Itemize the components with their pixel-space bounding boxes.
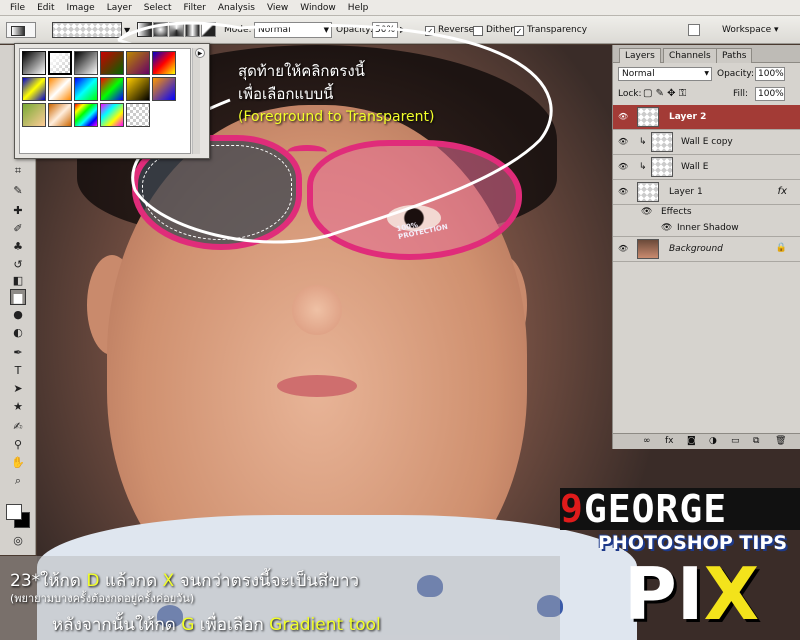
pix-logo: PIX (624, 552, 760, 636)
add-mask-icon[interactable]: ◙ (687, 436, 696, 446)
gradient-swatch-violet-orange[interactable] (126, 51, 150, 75)
caption-line-3: หลังจากนั้นให้กด G เพื่อเลือก Gradient t… (52, 615, 381, 635)
fill-label: Fill: (733, 89, 749, 99)
layer-row[interactable]: 👁 Layer 2 (613, 105, 800, 130)
effects-row[interactable]: 👁 Effects (613, 205, 800, 221)
effect-row[interactable]: 👁 Inner Shadow (613, 221, 800, 237)
layer-blend-mode-select[interactable]: Normal (618, 67, 712, 81)
gradient-swatch-copper[interactable] (22, 103, 46, 127)
tab-paths[interactable]: Paths (716, 48, 753, 63)
gradient-swatch-transparent[interactable] (126, 103, 150, 127)
effect-name: Inner Shadow (677, 223, 739, 233)
layer-opacity-label: Opacity: (717, 69, 754, 79)
add-style-icon[interactable]: fx (665, 436, 674, 446)
gradient-swatch-violet-green[interactable] (74, 77, 98, 101)
inner-shadow-eye-icon[interactable]: 👁 (661, 223, 672, 233)
gradient-swatch-rainbow[interactable] (74, 103, 98, 127)
gradient-swatch-orange-yellow[interactable] (48, 77, 72, 101)
layer-name: Layer 2 (669, 112, 707, 122)
gradient-swatch-fg-bg[interactable] (22, 51, 46, 75)
gradient-swatch-black-white[interactable] (74, 51, 98, 75)
gradient-swatch-orange-blue[interactable] (152, 77, 176, 101)
tab-layers[interactable]: Layers (619, 48, 661, 63)
gradient-swatch-spectrum[interactable] (100, 77, 124, 101)
fx-icon[interactable]: fx (778, 186, 787, 197)
clip-arrow-icon: ↳ (639, 137, 647, 147)
annotation-line-2: เพื่อเลือกแบบนี้ (238, 85, 334, 103)
effects-label: Effects (661, 207, 692, 217)
layer-name: Wall E copy (681, 137, 733, 147)
layer-name: Wall E (681, 162, 709, 172)
fill-input[interactable]: 100% (755, 87, 785, 101)
photoshop-tips-logo: PHOTOSHOP TIPS (598, 532, 788, 554)
visibility-eye-icon[interactable]: 👁 (618, 162, 630, 172)
gradient-swatch-blue-red-yellow[interactable] (152, 51, 176, 75)
george-logo: 9GEORGE (560, 488, 800, 530)
gradient-swatch-fg-transparent[interactable] (48, 51, 72, 75)
layer-row[interactable]: 👁 Layer 1 fx (613, 180, 800, 205)
layer-thumbnail (637, 107, 659, 127)
brand-logo: 9GEORGE PHOTOSHOP TIPS PIX (560, 488, 800, 640)
link-layers-icon[interactable]: ∞ (643, 436, 651, 446)
gradient-picker-popup: ▶ (14, 43, 210, 159)
layer-name: Background (669, 244, 723, 254)
clip-arrow-icon: ↳ (639, 162, 647, 172)
layer-row[interactable]: 👁 Background 🔒 (613, 237, 800, 262)
lock-label: Lock: (618, 89, 642, 99)
layer-thumbnail (651, 132, 673, 152)
gradient-swatch-chrome[interactable] (48, 103, 72, 127)
visibility-eye-icon[interactable]: 👁 (618, 187, 630, 197)
new-group-icon[interactable]: ▭ (731, 436, 740, 446)
layer-row[interactable]: 👁 ↳ Wall E (613, 155, 800, 180)
gradient-swatch-stripes[interactable] (100, 103, 124, 127)
caption-line-2: (พยายามบางครั้งต้องกดอยู่ครั้งค่อยวัน) (10, 592, 195, 605)
annotation-line-1: สุดท้ายให้คลิกตรงนี้ (238, 62, 365, 80)
gradient-swatch-yellow-black[interactable] (126, 77, 150, 101)
layer-row[interactable]: 👁 ↳ Wall E copy (613, 130, 800, 155)
layer-opacity-input[interactable]: 100% (755, 67, 785, 81)
delete-layer-icon[interactable]: 🗑 (775, 436, 786, 446)
gradient-picker-menu-icon[interactable]: ▶ (195, 48, 205, 58)
layer-name: Layer 1 (669, 187, 703, 197)
adjustment-layer-icon[interactable]: ◑ (709, 436, 717, 446)
tab-channels[interactable]: Channels (663, 48, 717, 63)
layers-panel: Layers Channels Paths Normal Opacity: 10… (612, 45, 800, 449)
lock-icons[interactable]: ▢ ✎ ✥ ⚿ (643, 88, 686, 99)
gradient-swatch-blue-yellow-blue[interactable] (22, 77, 46, 101)
layer-thumbnail (651, 157, 673, 177)
gradient-swatch-grid (19, 48, 191, 154)
layer-thumbnail (637, 182, 659, 202)
gradient-picker-scrollbar[interactable] (192, 48, 200, 154)
layer-thumbnail (637, 239, 659, 259)
panel-tabs: Layers Channels Paths (613, 45, 800, 63)
effects-eye-icon[interactable]: 👁 (641, 207, 652, 217)
layers-panel-footer: ∞ fx ◙ ◑ ▭ ⧉ 🗑 (613, 433, 800, 449)
annotation-line-3: (Foreground to Transparent) (238, 109, 435, 125)
lock-icon: 🔒 (775, 243, 787, 253)
gradient-swatch-red-green[interactable] (100, 51, 124, 75)
visibility-eye-icon[interactable]: 👁 (618, 244, 630, 254)
visibility-eye-icon[interactable]: 👁 (618, 137, 630, 147)
visibility-eye-icon[interactable]: 👁 (618, 112, 630, 122)
new-layer-icon[interactable]: ⧉ (753, 436, 759, 446)
